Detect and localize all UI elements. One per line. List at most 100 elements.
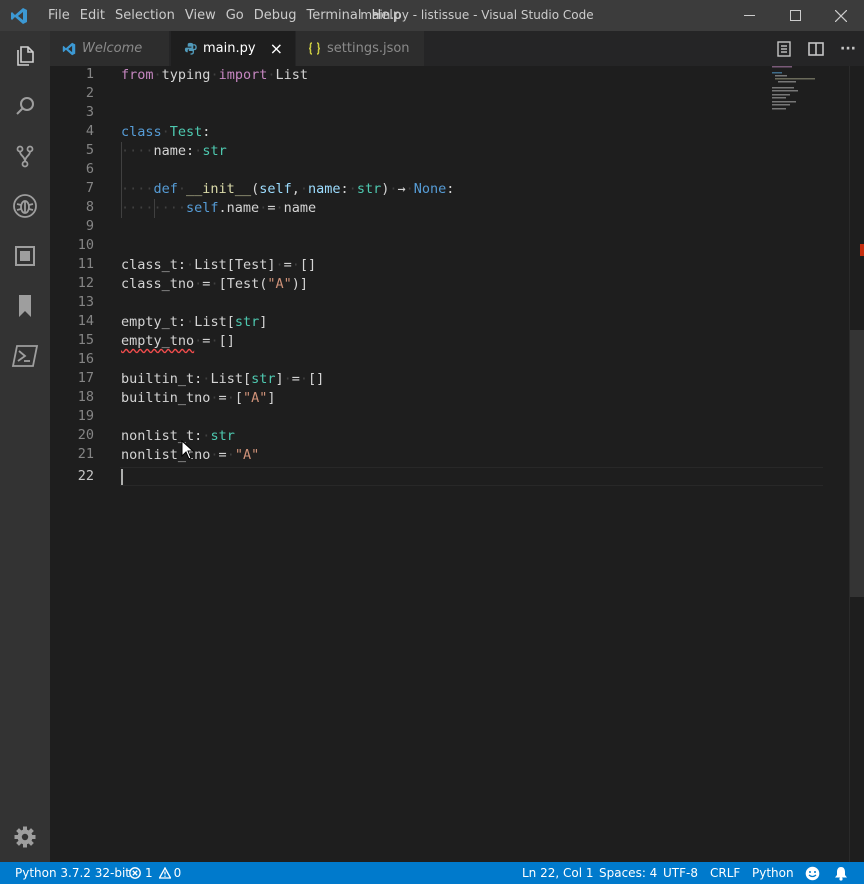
json-icon [308, 42, 321, 55]
menu-terminal[interactable]: Terminal [302, 0, 367, 31]
code-line-4: class·Test: [121, 124, 211, 140]
tab-bar: Welcome main.py × settings.json ··· [50, 31, 864, 66]
vertical-scrollbar[interactable] [849, 66, 864, 862]
minimize-button[interactable] [726, 0, 772, 31]
activity-bar [0, 31, 50, 862]
python-icon [184, 42, 197, 55]
scrollbar-thumb[interactable] [850, 330, 864, 597]
line-number: 20 [77, 427, 94, 443]
code-line-18: builtin_tno·=·["A"] [121, 390, 276, 406]
notifications-button[interactable] [834, 862, 848, 884]
line-number: 1 [85, 66, 94, 82]
end-of-line[interactable]: CRLF [710, 862, 740, 884]
source-control-button[interactable] [0, 131, 50, 181]
title-bar: File Edit Selection View Go Debug Termin… [0, 0, 864, 31]
code-line-11: class_t:·List[Test]·=·[] [121, 257, 317, 273]
files-icon [17, 46, 34, 66]
minimize-icon [743, 15, 755, 16]
search-button[interactable] [0, 81, 50, 131]
feedback-button[interactable] [805, 862, 820, 884]
tab-settings-json[interactable]: settings.json [296, 31, 424, 66]
python-interpreter[interactable]: Python 3.7.2 32-bit [15, 862, 130, 884]
tab-label: settings.json [327, 41, 410, 56]
terminal-icon [11, 345, 39, 367]
search-icon [16, 97, 34, 115]
tab-main-py[interactable]: main.py × [171, 31, 295, 66]
bookmark-icon [19, 295, 31, 317]
code-line-12: class_tno·=·[Test("A")] [121, 276, 309, 292]
line-number: 3 [85, 104, 94, 120]
vscode-icon [62, 42, 76, 55]
code-line-5: ····name:·str [121, 143, 227, 159]
bookmarks-button[interactable] [0, 281, 50, 331]
error-icon [129, 867, 141, 879]
menu-selection[interactable]: Selection [110, 0, 180, 31]
line-number: 18 [77, 389, 94, 405]
split-editor-icon [808, 41, 824, 56]
code-lines: from·typing·import·List class·Test: ····… [121, 66, 454, 463]
menu-file[interactable]: File [43, 0, 75, 31]
cursor-position[interactable]: Ln 22, Col 1 [522, 862, 594, 884]
open-preview-button[interactable] [768, 31, 800, 66]
line-number: 2 [85, 85, 94, 101]
error-count: 1 [145, 866, 153, 880]
line-number: 16 [77, 351, 94, 367]
menu-bar: File Edit Selection View Go Debug Termin… [43, 0, 406, 31]
settings-gear-icon [14, 826, 36, 848]
debug-button[interactable] [0, 181, 50, 231]
line-number: 11 [77, 256, 94, 272]
line-number: 5 [85, 142, 94, 158]
maximize-icon [789, 10, 801, 21]
indentation[interactable]: Spaces: 4 [599, 862, 657, 884]
powershell-button[interactable] [0, 331, 50, 381]
line-number: 9 [85, 218, 94, 234]
language-mode[interactable]: Python [752, 862, 794, 884]
maximize-button[interactable] [772, 0, 818, 31]
current-line-highlight [120, 467, 823, 486]
more-actions-icon[interactable]: ··· [832, 31, 864, 66]
encoding[interactable]: UTF-8 [663, 862, 698, 884]
code-line-7: ····def·__init__(self,·name:·str)·→·None… [121, 181, 455, 197]
explorer-button[interactable] [0, 31, 50, 81]
debug-icon [13, 194, 37, 218]
menu-go[interactable]: Go [221, 0, 249, 31]
line-number: 7 [85, 180, 94, 196]
line-number: 6 [85, 161, 94, 177]
tab-close-icon[interactable]: × [270, 31, 283, 66]
vscode-logo-icon[interactable] [10, 7, 28, 25]
code-editor[interactable]: 1 2 3 4 5 6 7 8 9 10 11 12 13 14 15 16 1… [50, 66, 864, 862]
smiley-icon [805, 866, 820, 880]
menu-help[interactable]: Help [366, 0, 406, 31]
warning-count: 0 [173, 866, 182, 880]
menu-edit[interactable]: Edit [75, 0, 110, 31]
line-number: 4 [85, 123, 94, 139]
code-line-14: empty_t:·List[str] [121, 314, 268, 330]
tab-welcome[interactable]: Welcome [50, 31, 170, 66]
minimap[interactable] [772, 66, 832, 126]
mouse-cursor-icon [181, 440, 195, 460]
menu-debug[interactable]: Debug [249, 0, 302, 31]
line-number: 13 [77, 294, 94, 310]
error-marker [860, 244, 864, 256]
code-line-17: builtin_t:·List[str]·=·[] [121, 371, 325, 387]
line-number: 12 [77, 275, 94, 291]
source-control-icon [16, 145, 34, 168]
line-number: 10 [77, 237, 94, 253]
code-line-15: empty_tno·=·[] [121, 333, 235, 349]
line-number: 19 [77, 408, 94, 424]
status-bar: Python 3.7.2 32-bit 1 0 Ln 22, Col 1 Spa… [0, 862, 864, 884]
error-squiggle: empty_tno [121, 333, 195, 349]
code-line-8: ········self.name·=·name [121, 200, 317, 216]
line-number: 14 [77, 313, 94, 329]
extensions-button[interactable] [0, 231, 50, 281]
extensions-icon [15, 246, 35, 266]
problems-indicator[interactable]: 1 0 [129, 862, 181, 884]
manage-button[interactable] [0, 812, 50, 862]
line-number: 17 [77, 370, 94, 386]
line-number: 8 [85, 199, 94, 215]
tab-label: Welcome [82, 41, 143, 56]
close-window-button[interactable] [818, 0, 864, 31]
menu-view[interactable]: View [180, 0, 221, 31]
split-editor-button[interactable] [800, 31, 832, 66]
line-number-active: 22 [77, 468, 94, 484]
